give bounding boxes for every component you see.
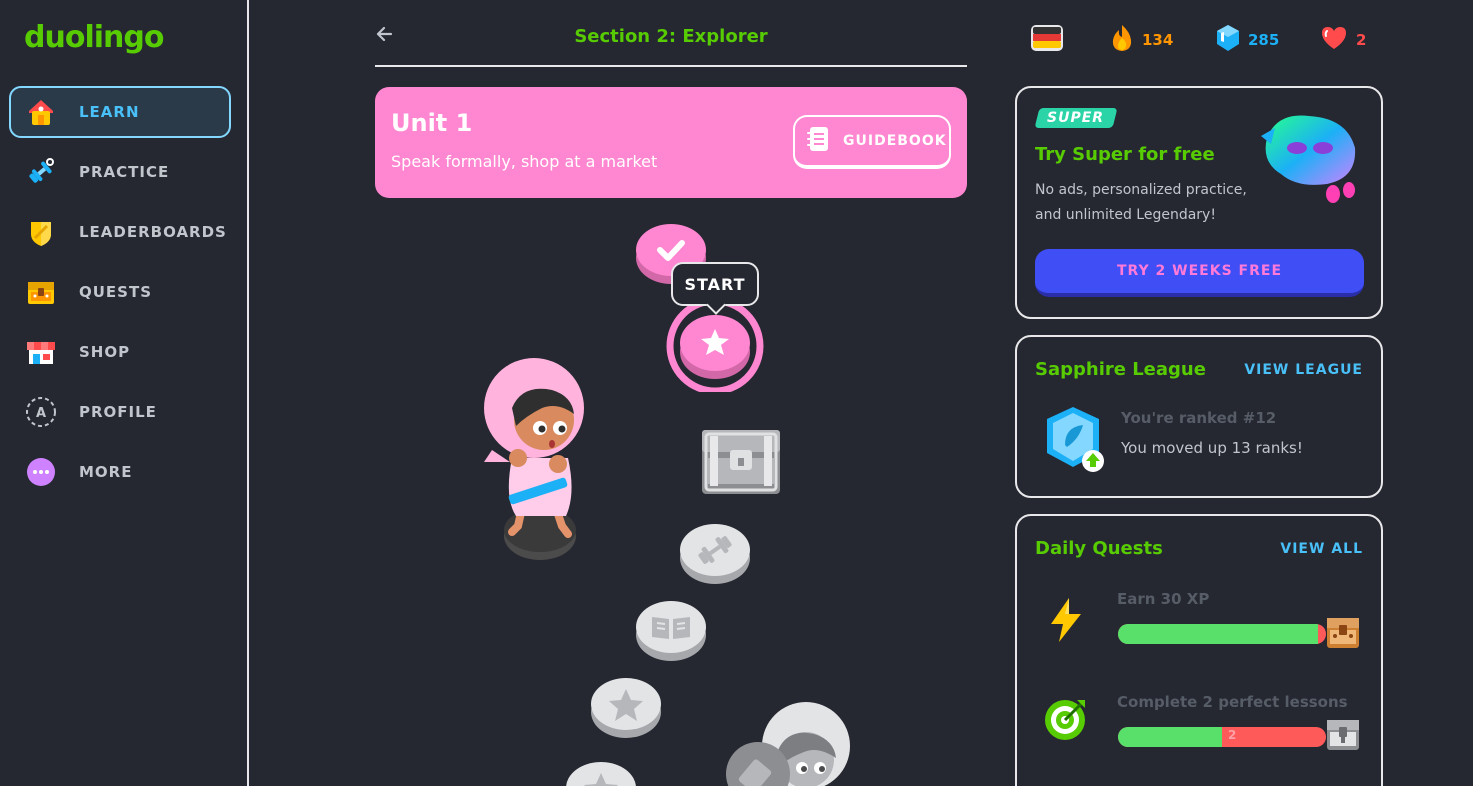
sidebar-item-learn[interactable]: LEARN	[9, 86, 231, 138]
unit-banner: Unit 1 Speak formally, shop at a market …	[375, 87, 967, 198]
daily-quests-card: Daily Quests VIEW ALL Earn 30 XP Complet…	[1015, 514, 1383, 786]
dumbbell-icon	[680, 524, 750, 584]
sidebar-item-quests[interactable]: QUESTS	[9, 266, 231, 318]
quest-progress-bar: 2	[1118, 727, 1326, 747]
start-tooltip[interactable]: START	[671, 262, 759, 306]
quest-progress-fill	[1118, 727, 1222, 747]
avatar-letter: A	[36, 406, 46, 421]
chest-icon[interactable]	[1325, 616, 1361, 650]
sidebar: duolingo LEARN PRACTICE LEADERBOARDS QUE…	[0, 0, 249, 786]
avatar-icon: A	[25, 396, 57, 428]
super-description: No ads, personalized practice, and unlim…	[1035, 182, 1247, 223]
character-illustration	[724, 700, 852, 786]
section-title: Section 2: Explorer	[574, 26, 768, 47]
more-icon	[25, 456, 57, 488]
app-root: duolingo LEARN PRACTICE LEADERBOARDS QUE…	[0, 0, 1473, 786]
sidebar-item-practice[interactable]: PRACTICE	[9, 146, 231, 198]
view-all-quests-link[interactable]: VIEW ALL	[1280, 541, 1363, 557]
sidebar-item-label: LEARN	[79, 103, 140, 121]
gems-count: 285	[1248, 31, 1280, 49]
notebook-icon	[807, 126, 831, 156]
streak-counter[interactable]: 134	[1110, 24, 1173, 56]
duo-super-illustration	[1257, 108, 1361, 208]
treasure-chest[interactable]	[700, 428, 782, 496]
super-promo-card: SUPER Try Super for free No ads, persona…	[1015, 86, 1383, 319]
super-badge: SUPER	[1034, 108, 1118, 128]
sapphire-badge-icon	[1043, 405, 1107, 475]
target-icon	[1043, 696, 1089, 742]
lesson-node-locked[interactable]	[591, 676, 661, 740]
character-illustration	[482, 358, 592, 564]
sidebar-item-profile[interactable]: A PROFILE	[9, 386, 231, 438]
chest-icon	[25, 276, 57, 308]
league-rank-change: You moved up 13 ranks!	[1121, 439, 1303, 457]
unit-subtitle: Speak formally, shop at a market	[391, 152, 658, 171]
chest-icon	[702, 430, 780, 494]
try-super-label: TRY 2 WEEKS FREE	[1116, 263, 1283, 279]
sidebar-item-label: MORE	[79, 463, 133, 481]
german-flag-icon	[1030, 24, 1064, 56]
chest-icon[interactable]	[1325, 718, 1361, 752]
guidebook-button[interactable]: GUIDEBOOK	[793, 115, 951, 169]
sidebar-nav: LEARN PRACTICE LEADERBOARDS QUESTS SHOP …	[9, 86, 231, 506]
book-icon	[636, 601, 706, 661]
shop-icon	[25, 336, 57, 368]
super-title: Try Super for free	[1035, 144, 1215, 165]
sidebar-item-more[interactable]: MORE	[9, 446, 231, 498]
lesson-node-story[interactable]	[636, 599, 706, 663]
dumbbell-icon	[25, 156, 57, 188]
quest-label: Earn 30 XP	[1117, 590, 1210, 608]
quest-progress-text: 2	[1228, 728, 1237, 742]
streak-count: 134	[1142, 31, 1174, 49]
view-league-link[interactable]: VIEW LEAGUE	[1244, 362, 1363, 378]
gems-counter[interactable]: 285	[1216, 24, 1279, 56]
flame-icon	[1110, 24, 1134, 56]
lesson-node-locked[interactable]	[566, 760, 636, 786]
super-badge-label: SUPER	[1047, 110, 1105, 126]
duolingo-logo[interactable]: duolingo	[24, 20, 164, 55]
shield-icon	[25, 216, 57, 248]
top-stats-bar: 134 285 2	[1030, 24, 1375, 58]
language-selector[interactable]	[1030, 24, 1064, 56]
sidebar-item-shop[interactable]: SHOP	[9, 326, 231, 378]
sidebar-item-label: SHOP	[79, 343, 131, 361]
quest-progress-fill	[1118, 624, 1318, 644]
league-title: Sapphire League	[1035, 359, 1206, 380]
unit-title: Unit 1	[391, 109, 473, 137]
hearts-counter[interactable]: 2	[1320, 24, 1366, 56]
league-rank: You're ranked #12	[1121, 409, 1277, 427]
section-header: Section 2: Explorer	[375, 20, 967, 67]
sidebar-item-label: QUESTS	[79, 283, 153, 301]
lesson-node-practice[interactable]	[680, 522, 750, 586]
sidebar-item-label: PRACTICE	[79, 163, 170, 181]
home-icon	[25, 96, 57, 128]
quests-title: Daily Quests	[1035, 538, 1163, 559]
star-icon	[566, 762, 636, 786]
guidebook-label: GUIDEBOOK	[843, 133, 947, 149]
heart-icon	[1320, 25, 1348, 55]
try-super-button[interactable]: TRY 2 WEEKS FREE	[1035, 249, 1364, 297]
sidebar-item-label: PROFILE	[79, 403, 157, 421]
star-icon	[591, 678, 661, 738]
sidebar-item-label: LEADERBOARDS	[79, 223, 227, 241]
lightning-icon	[1045, 596, 1087, 644]
quest-label: Complete 2 perfect lessons	[1117, 693, 1348, 711]
quest-progress-bar	[1118, 624, 1326, 644]
hearts-count: 2	[1356, 31, 1367, 49]
gem-icon	[1216, 24, 1240, 56]
sidebar-item-leaderboards[interactable]: LEADERBOARDS	[9, 206, 231, 258]
league-card: Sapphire League VIEW LEAGUE You're ranke…	[1015, 335, 1383, 498]
